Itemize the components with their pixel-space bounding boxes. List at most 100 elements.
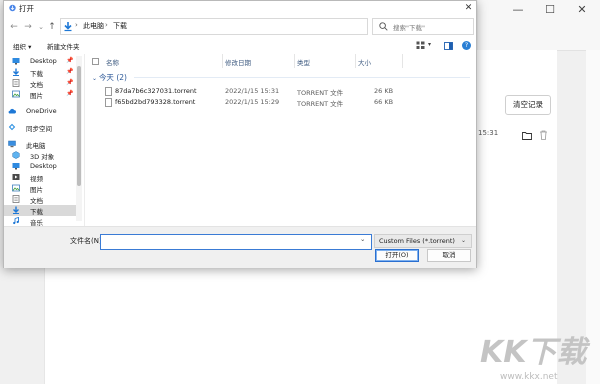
- sidebar-item-13[interactable]: 音乐: [4, 216, 76, 226]
- column-divider[interactable]: [355, 54, 356, 68]
- kk-watermark-logo: KK下载 www.kkx.net: [480, 335, 590, 382]
- sidebar-item-4[interactable]: OneDrive: [4, 106, 76, 117]
- 3d-objects-icon: [12, 151, 20, 159]
- file-type: TORRENT 文件: [297, 100, 344, 108]
- cancel-button[interactable]: 取消: [427, 249, 471, 262]
- sidebar-item-label: 视频: [30, 175, 43, 183]
- dialog-close-button[interactable]: ✕: [461, 1, 476, 16]
- trash-icon[interactable]: [539, 130, 548, 140]
- select-all-checkbox[interactable]: [92, 58, 99, 65]
- download-arrow-icon: [13, 206, 19, 214]
- sidebar-item-2[interactable]: 文档 📌: [4, 78, 76, 89]
- file-type-filter-value: Custom Files (*.torrent): [379, 237, 455, 245]
- preview-pane-icon[interactable]: [444, 42, 453, 50]
- dialog-titlebar[interactable]: 打开 ✕: [4, 1, 476, 16]
- sidebar-item-9[interactable]: 视频: [4, 172, 76, 183]
- file-type: TORRENT 文件: [297, 89, 344, 97]
- sidebar-item-8[interactable]: Desktop: [4, 161, 76, 172]
- clear-history-button[interactable]: 清空记录: [505, 95, 551, 115]
- file-row[interactable]: f65bd2bd793328.torrent 2022/1/15 15:29 TOR…: [86, 97, 476, 108]
- sidebar-item-7[interactable]: 3D 对象: [4, 150, 76, 161]
- dialog-title: 打开: [19, 4, 34, 13]
- file-type-filter[interactable]: Custom Files (*.torrent) ⌄: [374, 234, 472, 248]
- breadcrumb-downloads[interactable]: 下载: [113, 21, 127, 31]
- group-divider: [134, 77, 470, 78]
- torrent-file-icon: [105, 98, 112, 107]
- open-button[interactable]: 打开(O): [375, 249, 419, 262]
- torrent-file-icon: [105, 87, 112, 96]
- file-size: 26 KB: [374, 87, 394, 95]
- sync-space-icon: [8, 123, 16, 131]
- breadcrumb-separator: ›: [75, 21, 78, 29]
- picture-icon: [12, 184, 20, 192]
- sidebar-item-label: 下载: [30, 70, 43, 78]
- sidebar-item-10[interactable]: 图片: [4, 183, 76, 194]
- search-box[interactable]: 搜索"下载": [372, 18, 474, 35]
- column-header-modified[interactable]: 修改日期: [225, 57, 251, 67]
- breadcrumb-this-pc[interactable]: 此电脑: [83, 21, 104, 31]
- column-header-type[interactable]: 类型: [297, 57, 310, 67]
- desktop-icon: [12, 163, 20, 170]
- sidebar-item-label: 同步空间: [26, 125, 52, 133]
- sidebar-item-6[interactable]: 此电脑: [4, 139, 76, 150]
- minimize-button[interactable]: —: [506, 2, 530, 18]
- cloud-icon: [8, 108, 16, 114]
- sidebar-item-0[interactable]: Desktop 📌: [4, 56, 76, 67]
- sidebar-item-label: Desktop: [30, 57, 57, 65]
- column-header-size[interactable]: 大小: [358, 57, 371, 67]
- breadcrumb-separator: ›: [105, 21, 108, 29]
- watermark-brand: KK下载: [480, 335, 590, 370]
- filter-chevron-down-icon: ⌄: [461, 237, 467, 244]
- view-options-icon[interactable]: [416, 41, 425, 50]
- maximize-button[interactable]: ☐: [538, 2, 562, 18]
- file-name: f65bd2bd793328.torrent: [115, 98, 196, 106]
- file-row[interactable]: 87da7b6c327031.torrent 2022/1/15 15:31 TOR…: [86, 86, 476, 97]
- command-toolbar: 组织 ▾ 新建文件夹 ▾ ?: [4, 38, 476, 54]
- sidebar-item-1[interactable]: 下载 📌: [4, 67, 76, 78]
- sidebar-item-label: 图片: [30, 186, 43, 194]
- sidebar-item-label: 下载: [30, 208, 43, 216]
- up-button[interactable]: ↑: [47, 21, 57, 33]
- background-titlebar: — ☐ ✕: [478, 0, 600, 51]
- sidebar-item-label: 图片: [30, 92, 43, 100]
- pin-icon: 📌: [66, 57, 74, 64]
- close-app-button[interactable]: ✕: [570, 2, 594, 18]
- document-icon: [12, 79, 20, 87]
- organize-menu[interactable]: 组织 ▾: [13, 41, 31, 51]
- file-name: 87da7b6c327031.torrent: [115, 87, 197, 95]
- view-dropdown[interactable]: ▾: [428, 41, 431, 48]
- recent-locations-dropdown[interactable]: ⌄: [36, 21, 46, 33]
- desktop-icon: [12, 58, 20, 65]
- sidebar-scrollbar-thumb[interactable]: [77, 66, 81, 186]
- new-folder-button[interactable]: 新建文件夹: [47, 41, 80, 51]
- sidebar-item-12[interactable]: 下载: [4, 205, 76, 216]
- sidebar-item-label: 音乐: [30, 219, 43, 226]
- address-bar[interactable]: › 此电脑 › 下载 ⌄ ↻: [60, 18, 418, 35]
- sidebar-item-5[interactable]: 同步空间: [4, 122, 76, 133]
- download-folder-icon: [64, 22, 72, 32]
- computer-icon: [8, 140, 16, 148]
- column-divider[interactable]: [294, 54, 295, 68]
- pin-icon: 📌: [66, 90, 74, 97]
- back-button[interactable]: ←: [9, 21, 19, 33]
- filename-input[interactable]: [100, 234, 372, 250]
- video-icon: [12, 174, 20, 180]
- open-folder-icon[interactable]: [522, 131, 532, 140]
- sidebar-item-11[interactable]: 文档: [4, 194, 76, 205]
- file-modified: 2022/1/15 15:31: [225, 87, 280, 95]
- sidebar-item-3[interactable]: 图片 📌: [4, 89, 76, 100]
- navigation-pane: Desktop 📌 下载 📌 文档 📌 图片 📌 OneDrive 同步空间 此电脑 3D 对象 Des…: [4, 54, 85, 226]
- picture-icon: [12, 90, 20, 98]
- help-icon[interactable]: ?: [462, 41, 471, 50]
- sidebar-item-label: Desktop: [30, 162, 57, 170]
- pin-icon: 📌: [66, 68, 74, 75]
- group-header-today[interactable]: ⌄ 今天 (2): [92, 72, 127, 83]
- file-list: 名称 修改日期 类型 大小 ⌄ 今天 (2) 87da7b6c327031.to…: [86, 54, 476, 226]
- column-header-name[interactable]: 名称: [106, 57, 119, 67]
- watermark-url: www.kkx.net: [500, 372, 558, 382]
- column-divider[interactable]: [402, 54, 403, 68]
- filename-dropdown[interactable]: ⌄: [360, 235, 365, 243]
- column-divider[interactable]: [222, 54, 223, 68]
- forward-button[interactable]: →: [23, 21, 33, 33]
- sidebar-item-label: OneDrive: [26, 107, 57, 115]
